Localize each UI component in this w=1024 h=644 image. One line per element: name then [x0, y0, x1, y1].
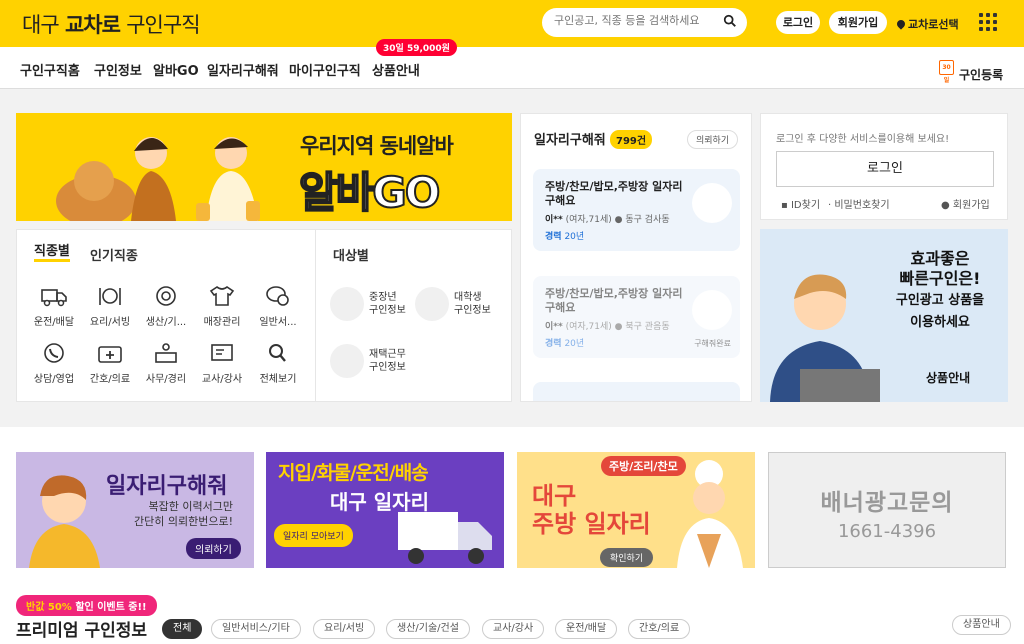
albago-hero-banner[interactable]: 우리지역 동네알바 알바GO [16, 113, 512, 221]
phone-icon [44, 343, 64, 363]
status-badge: 구해줘완료 [694, 339, 731, 348]
truck-icon [398, 512, 492, 564]
category-store[interactable]: 매장관리 [194, 285, 250, 328]
product-info-button[interactable]: 상품안내 [952, 615, 1011, 635]
chef-illustration [677, 460, 743, 568]
location-selector[interactable]: 교차로선택 [895, 16, 959, 32]
request-cta-button[interactable]: 의뢰하기 [186, 538, 241, 559]
avatar-student [415, 287, 449, 321]
chip-all[interactable]: 전체 [162, 619, 203, 639]
divider [315, 230, 316, 401]
lock-icon: ▪ [781, 200, 788, 211]
banner-driving-jobs[interactable]: 지입/화물/운전/배송 대구 일자리 일자리 모아보기 [266, 452, 504, 568]
banner-ad-inquiry[interactable]: 배너광고문의 1661-4396 [768, 452, 1006, 568]
request-button[interactable]: 의뢰하기 [687, 130, 739, 149]
avatar-remote [330, 344, 364, 378]
category-teacher[interactable]: 교사/강사 [194, 342, 250, 385]
login-button[interactable]: 로그인 [776, 11, 820, 34]
tab-products[interactable]: 상품안내 [372, 60, 420, 79]
desk-icon [155, 343, 177, 363]
hero-illustration [56, 137, 260, 221]
login-box-button[interactable]: 로그인 [776, 151, 994, 187]
map-pin-icon: ● [614, 215, 623, 225]
tab-find-job[interactable]: 일자리구해줘 [207, 60, 279, 79]
search-icon[interactable] [723, 14, 737, 28]
woman-illustration [29, 475, 100, 568]
category-production[interactable]: 생산/기... [138, 285, 194, 328]
medical-icon [98, 346, 122, 363]
category-medical[interactable]: 간호/의료 [82, 342, 138, 385]
menu-grid-icon[interactable] [979, 13, 997, 31]
man-illustration [770, 274, 880, 402]
avatar [692, 183, 732, 223]
gear-icon [156, 286, 176, 306]
price-badge: 30일 59,000원 [376, 39, 457, 56]
category-driving[interactable]: 운전/배달 [26, 285, 82, 328]
banner-find-job[interactable]: 일자리구해줘 복잡한 이력서그만 간단히 의뢰한번으로! 의뢰하기 [16, 452, 254, 568]
register-job-button[interactable]: 30일 구인등록 [939, 60, 1003, 84]
product-info-link[interactable]: 상품안내 [926, 369, 970, 386]
user-icon: ● [941, 200, 950, 211]
tab-by-job[interactable]: 직종별 [34, 245, 70, 262]
find-id-link[interactable]: ▪ ID찾기 [781, 196, 820, 211]
job-seekers-panel: 일자리구해줘 799건 의뢰하기 주방/찬모/밥모,주방장 일자리 구해요 이*… [520, 113, 752, 402]
seekers-count: 799건 [610, 130, 653, 149]
find-password-link[interactable]: · 비밀번호찾기 [828, 196, 890, 211]
login-panel: 로그인 후 다양한 서비스를이용해 보세요! 로그인 ▪ ID찾기 · 비밀번호… [760, 113, 1008, 220]
job-category-panel: 직종별 인기직종 대상별 운전/배달 요리/서빙 생산/기... 매장관리 일반… [16, 229, 512, 402]
seekers-title[interactable]: 일자리구해줘 [534, 129, 606, 148]
hero-line2: 알바GO [298, 167, 441, 218]
tab-by-target[interactable]: 대상별 [333, 245, 369, 264]
category-office[interactable]: 사무/경리 [138, 342, 194, 385]
tab-job-info[interactable]: 구인정보 [94, 60, 142, 79]
site-logo[interactable]: 대구 교차로 구인구직 [22, 9, 201, 39]
dish-icon [99, 288, 121, 305]
map-pin-icon [895, 18, 907, 30]
shirt-icon [209, 286, 235, 306]
chip-general-service[interactable]: 일반서비스/기타 [211, 619, 301, 639]
login-message: 로그인 후 다양한 서비스를이용해 보세요! [776, 134, 950, 145]
hero-line1: 우리지역 동네알바 [300, 134, 454, 158]
category-sales[interactable]: 상담/영업 [26, 342, 82, 385]
seeker-card[interactable]: 주방/찬모/밥모,주방장 일자리 구해요 이** (여자,71세) ● 북구 관… [533, 276, 740, 358]
view-jobs-button[interactable]: 일자리 모아보기 [274, 524, 353, 547]
seeker-card[interactable]: 주방/찬모/밥모,주방장 일자리 구해요 이** (여자,71세) ● 동구 검… [533, 169, 740, 251]
chip-production[interactable]: 생산/기술/건설 [386, 619, 470, 639]
truck-icon [41, 289, 67, 307]
calendar-icon: 30일 [939, 60, 954, 84]
seeker-card[interactable] [533, 382, 740, 401]
chat-icon [266, 286, 289, 306]
chip-driving[interactable]: 운전/배달 [555, 619, 618, 639]
promo-badge: 반값 50% 할인 이벤트 중!! [16, 595, 157, 616]
chip-teacher[interactable]: 교사/강사 [482, 619, 545, 639]
chip-cooking[interactable]: 요리/서빙 [313, 619, 376, 639]
avatar [692, 290, 732, 330]
signup-button[interactable]: 회원가입 [829, 11, 887, 34]
chip-medical[interactable]: 간호/의료 [628, 619, 691, 639]
category-cooking[interactable]: 요리/서빙 [82, 285, 138, 328]
top-bar: 대구 교차로 구인구직 로그인 회원가입 교차로선택 [0, 0, 1024, 47]
tab-my-page[interactable]: 마이구인구직 [289, 60, 361, 79]
banner-kitchen-jobs[interactable]: 주방/조리/찬모 대구 주방 일자리 확인하기 [517, 452, 755, 568]
category-general-service[interactable]: 일반서... [250, 285, 306, 328]
map-pin-icon: ● [614, 322, 623, 332]
search-bar [542, 8, 747, 37]
join-link[interactable]: ● 회원가입 [941, 196, 990, 211]
premium-title: 프리미엄 구인정보 [16, 621, 148, 641]
product-ad-banner[interactable]: 효과좋은 빠른구인은! 구인광고 상품을 이용하세요 상품안내 [760, 229, 1008, 402]
search-icon [269, 344, 286, 362]
tab-albago[interactable]: 알바GO [153, 60, 199, 79]
search-input[interactable] [554, 14, 714, 27]
category-view-all[interactable]: 전체보기 [250, 342, 306, 385]
check-button[interactable]: 확인하기 [600, 548, 654, 567]
tab-popular[interactable]: 인기직종 [90, 245, 138, 264]
avatar-middle-aged [330, 287, 364, 321]
board-icon [211, 344, 233, 361]
main-nav: 구인구직홈 구인정보 알바GO 일자리구해줘 마이구인구직 상품안내 30일 5… [0, 39, 1024, 92]
tab-home[interactable]: 구인구직홈 [20, 60, 80, 92]
